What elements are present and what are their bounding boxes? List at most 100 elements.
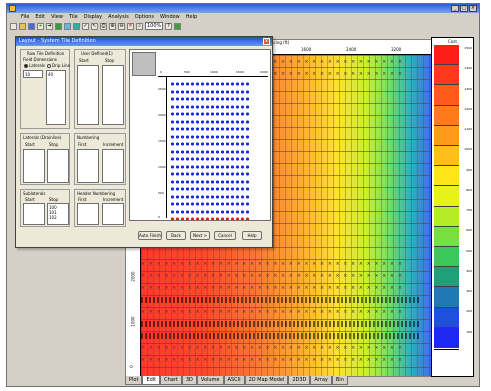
chart-icon[interactable] bbox=[55, 22, 62, 30]
legend-value: 700 bbox=[466, 208, 472, 213]
tab-3d[interactable]: 3D bbox=[181, 376, 197, 385]
preview-tick: 0 bbox=[158, 215, 160, 219]
field-length-list[interactable]: 40 bbox=[46, 70, 66, 125]
tab-chart[interactable]: Chart bbox=[160, 376, 182, 385]
back-button[interactable]: Back bbox=[166, 231, 186, 240]
menu-view[interactable]: View bbox=[51, 13, 63, 21]
stop-list[interactable] bbox=[102, 65, 124, 125]
laterals-start-list[interactable] bbox=[23, 149, 45, 183]
menu-tile[interactable]: Tile bbox=[69, 13, 78, 21]
save-icon[interactable] bbox=[28, 22, 35, 30]
field-width-input[interactable]: 10 bbox=[23, 70, 43, 78]
menu-options[interactable]: Options bbox=[135, 13, 154, 21]
menu-window[interactable]: Window bbox=[160, 13, 180, 21]
open-icon[interactable] bbox=[19, 22, 26, 30]
layers-icon[interactable] bbox=[73, 22, 80, 30]
list-item[interactable]: 102 bbox=[49, 215, 67, 220]
group-label: Stop bbox=[49, 197, 59, 202]
legend-band bbox=[434, 85, 459, 106]
add-icon[interactable]: + bbox=[37, 22, 44, 30]
tab-edit[interactable]: Edit bbox=[142, 376, 161, 385]
pointer-icon[interactable]: ↖ bbox=[91, 22, 98, 30]
delete-icon[interactable]: ✕ bbox=[127, 22, 134, 30]
tab-2d-map-model[interactable]: 2D Map Model bbox=[244, 376, 289, 385]
help-button[interactable]: Help bbox=[242, 231, 262, 240]
grid-icon[interactable] bbox=[64, 22, 71, 30]
legend-value: 200 bbox=[466, 309, 472, 314]
group-label: Stop bbox=[49, 142, 59, 147]
group-label: Numbering bbox=[77, 135, 100, 140]
print-icon[interactable]: ⎙ bbox=[100, 22, 107, 30]
legend-value: 600 bbox=[466, 228, 472, 233]
legend-value: 1400 bbox=[464, 66, 472, 71]
header-first-list[interactable] bbox=[77, 203, 99, 225]
ruler-tick: 1000 bbox=[130, 316, 136, 327]
maximize-icon[interactable]: □ bbox=[460, 5, 468, 12]
lateral-row: × × × × × × × × × × × × × × × × × × × × … bbox=[141, 262, 403, 267]
dialog-close-icon[interactable]: x bbox=[263, 38, 270, 45]
preview-tick: 2500 bbox=[158, 87, 166, 91]
close-icon[interactable]: × bbox=[469, 5, 477, 12]
help-icon[interactable]: ? bbox=[165, 22, 172, 30]
tab-volume[interactable]: Volume bbox=[196, 376, 224, 385]
arrow-icon[interactable]: ➜ bbox=[46, 22, 53, 30]
first-number-list[interactable] bbox=[77, 149, 99, 183]
auto-finish-button[interactable]: Auto Finish bbox=[138, 231, 162, 240]
preview-left-ruler: 2500 2000 1500 1000 500 0 bbox=[158, 77, 167, 219]
legend-band bbox=[434, 166, 459, 187]
preview-emitter-row bbox=[170, 142, 250, 146]
tab-plot[interactable]: Plot bbox=[125, 376, 143, 385]
increment-list[interactable] bbox=[102, 149, 124, 183]
tab-bin[interactable]: Bin bbox=[331, 376, 348, 385]
group-label: Start bbox=[25, 142, 35, 147]
radio-label: Laterals bbox=[29, 63, 45, 68]
preview-emitter-row bbox=[170, 127, 250, 131]
group-user-defined: User Defined(1) Start Stop bbox=[74, 49, 126, 129]
minimize-icon[interactable]: _ bbox=[451, 5, 459, 12]
check-icon[interactable]: ✓ bbox=[82, 22, 89, 30]
menu-display[interactable]: Display bbox=[84, 13, 102, 21]
legend-band bbox=[434, 105, 459, 126]
start-list[interactable] bbox=[77, 65, 99, 125]
lateral-row: × × × × × × × × × × × × × × × × × × × × … bbox=[141, 358, 403, 363]
cancel-button[interactable]: Cancel bbox=[214, 231, 236, 240]
group-label: Laterals (Drainline) bbox=[23, 135, 62, 140]
lateral-row: × × × × × × × × × × × × × × × × × × × × … bbox=[141, 346, 403, 351]
menu-analysis[interactable]: Analysis bbox=[108, 13, 129, 21]
info-icon[interactable] bbox=[174, 22, 181, 30]
layout-preview[interactable]: 0 500 1000 1500 2000 2500 2000 1500 1000… bbox=[129, 49, 271, 221]
preview-top-ruler: 0 500 1000 1500 2000 bbox=[158, 70, 268, 77]
sublaterals-start-list[interactable] bbox=[23, 203, 45, 225]
menu-help[interactable]: Help bbox=[186, 13, 197, 21]
preview-tick: 500 bbox=[158, 191, 164, 195]
group-row-tile: Row Tile Definition Field Dimensions Lat… bbox=[20, 49, 70, 129]
preview-tick: 1500 bbox=[236, 70, 244, 74]
group-label: Header Numbering bbox=[77, 191, 116, 196]
cost-legend: Cost 1500 1400 1300 1200 1100 1000 900 800 700 60… bbox=[431, 37, 474, 377]
menu-edit[interactable]: Edit bbox=[35, 13, 45, 21]
zoom-icon[interactable]: ⌕ bbox=[136, 22, 143, 30]
tab-2d3d[interactable]: 2D3D bbox=[288, 376, 311, 385]
header-increment-list[interactable] bbox=[102, 203, 124, 225]
zoom-select[interactable]: 100% bbox=[145, 22, 163, 30]
sublaterals-stop-list[interactable]: 100 101 102 bbox=[47, 203, 69, 225]
zoom-in-icon[interactable]: ⊕ bbox=[109, 22, 116, 30]
tile-definition-dialog: Layout - System Tile Definition x Row Ti… bbox=[15, 36, 273, 248]
menu-file[interactable]: File bbox=[21, 13, 29, 21]
legend-band bbox=[434, 267, 459, 288]
radio-drip-line[interactable] bbox=[47, 64, 51, 68]
legend-band bbox=[434, 307, 459, 328]
tab-array[interactable]: Array bbox=[310, 376, 332, 385]
zoom-out-icon[interactable]: ⊖ bbox=[118, 22, 125, 30]
legend-value: 100 bbox=[466, 329, 472, 334]
radio-laterals[interactable] bbox=[24, 64, 28, 68]
legend-value: 900 bbox=[466, 167, 472, 172]
new-icon[interactable] bbox=[10, 22, 17, 30]
next-button[interactable]: Next > bbox=[190, 231, 210, 240]
tab-ascii[interactable]: ASCII bbox=[223, 376, 245, 385]
preview-emitter-row bbox=[170, 134, 250, 139]
group-header-numbering: Header Numbering First Increment bbox=[74, 189, 126, 227]
preview-emitter-row bbox=[170, 187, 250, 191]
laterals-stop-list[interactable] bbox=[47, 149, 69, 183]
preview-emitter-row bbox=[170, 172, 250, 176]
